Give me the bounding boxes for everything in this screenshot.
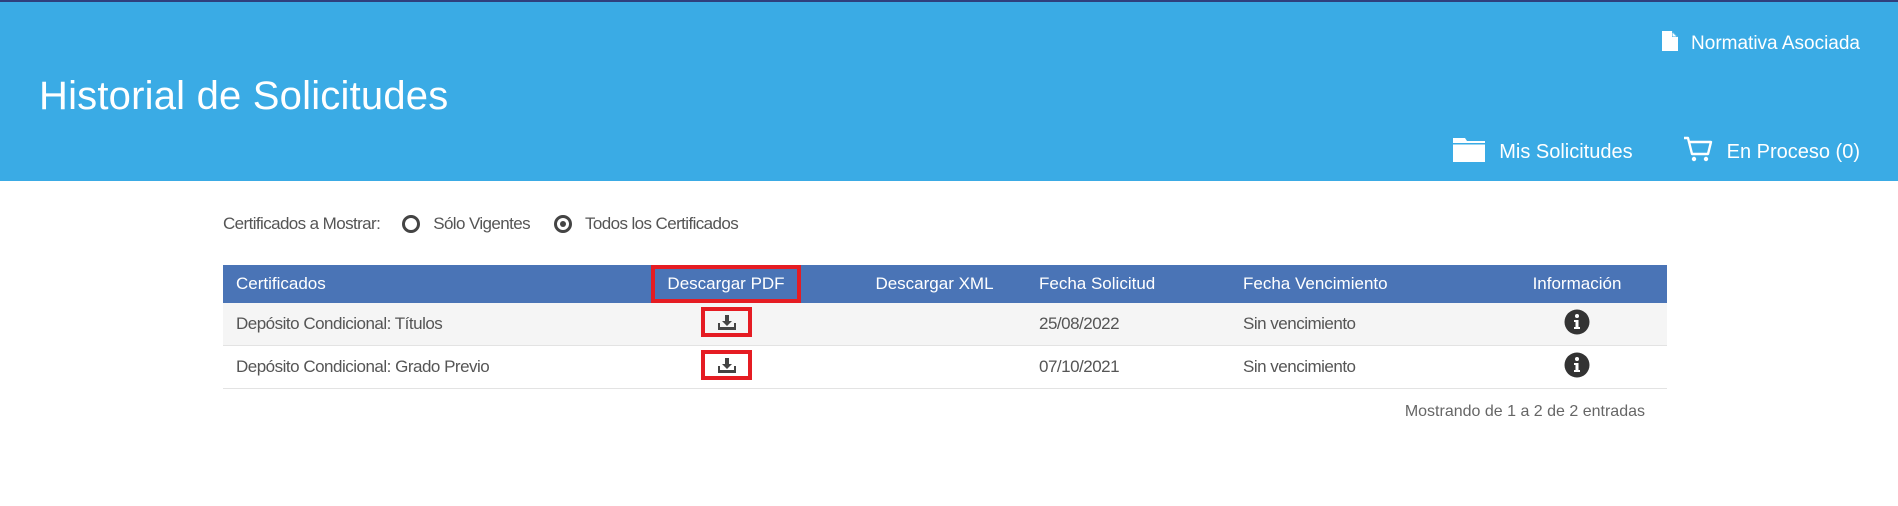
cell-descargar-xml <box>830 303 1039 346</box>
certificates-table-wrapper: Certificados Descargar PDF Descargar XML… <box>223 265 1667 389</box>
download-pdf-button[interactable] <box>700 349 752 380</box>
normativa-asociada-link[interactable]: Normativa Asociada <box>1661 30 1860 58</box>
cell-descargar-pdf <box>622 303 830 346</box>
cell-descargar-pdf <box>622 345 830 389</box>
col-header-fecha-vencimiento[interactable]: Fecha Vencimiento <box>1243 265 1487 303</box>
download-icon <box>717 357 736 373</box>
radio-button-unchecked[interactable] <box>402 215 421 233</box>
filter-label: Certificados a Mostrar: <box>223 214 381 233</box>
descargar-pdf-highlight: Descargar PDF <box>651 265 801 303</box>
folder-icon <box>1453 136 1486 168</box>
cell-certificado: Depósito Condicional: Grado Previo <box>223 345 622 389</box>
download-icon <box>717 314 736 330</box>
radio-todos-certificados-label: Todos los Certificados <box>585 214 739 233</box>
col-header-descargar-pdf[interactable]: Descargar PDF <box>622 265 830 303</box>
col-header-fecha-solicitud[interactable]: Fecha Solicitud <box>1039 265 1243 303</box>
col-header-certificados[interactable]: Certificados <box>223 265 622 303</box>
certificates-table: Certificados Descargar PDF Descargar XML… <box>223 265 1667 389</box>
info-icon[interactable] <box>1564 352 1590 383</box>
radio-button-checked[interactable] <box>554 215 573 233</box>
en-proceso-link[interactable]: En Proceso (0) <box>1683 136 1860 168</box>
col-header-descargar-xml[interactable]: Descargar XML <box>830 265 1039 303</box>
cell-fecha-vencimiento: Sin vencimiento <box>1243 345 1487 389</box>
table-pagination-info: Mostrando de 1 a 2 de 2 entradas <box>1404 403 1645 420</box>
cell-informacion <box>1487 345 1667 389</box>
cart-icon <box>1683 136 1713 168</box>
cell-fecha-vencimiento: Sin vencimiento <box>1243 303 1487 346</box>
table-row: Depósito Condicional: Títulos 25/08/2022… <box>223 303 1667 346</box>
radio-solo-vigentes[interactable]: Sólo Vigentes <box>402 214 531 234</box>
table-row: Depósito Condicional: Grado Previo 07/10… <box>223 345 1667 389</box>
info-icon[interactable] <box>1564 309 1590 340</box>
cell-fecha-solicitud: 25/08/2022 <box>1039 303 1243 346</box>
page-header: Historial de Solicitudes Normativa Asoci… <box>0 2 1898 181</box>
cell-certificado: Depósito Condicional: Títulos <box>223 303 622 346</box>
page-title: Historial de Solicitudes <box>39 74 449 118</box>
cell-descargar-xml <box>830 345 1039 389</box>
radio-solo-vigentes-label: Sólo Vigentes <box>433 214 531 233</box>
col-header-informacion[interactable]: Información <box>1487 265 1667 303</box>
certificate-filter: Certificados a Mostrar: Sólo Vigentes To… <box>223 214 762 234</box>
cell-fecha-solicitud: 07/10/2021 <box>1039 345 1243 389</box>
header-nav: Mis Solicitudes En Proceso (0) <box>1453 136 1860 168</box>
mis-solicitudes-label: Mis Solicitudes <box>1499 140 1633 163</box>
en-proceso-label: En Proceso (0) <box>1726 140 1860 163</box>
radio-todos-certificados[interactable]: Todos los Certificados <box>554 214 739 234</box>
table-header-row: Certificados Descargar PDF Descargar XML… <box>223 265 1667 303</box>
cell-informacion <box>1487 303 1667 346</box>
normativa-asociada-label: Normativa Asociada <box>1691 33 1860 54</box>
download-pdf-button[interactable] <box>700 306 752 337</box>
document-icon <box>1661 30 1679 58</box>
mis-solicitudes-link[interactable]: Mis Solicitudes <box>1453 136 1633 168</box>
